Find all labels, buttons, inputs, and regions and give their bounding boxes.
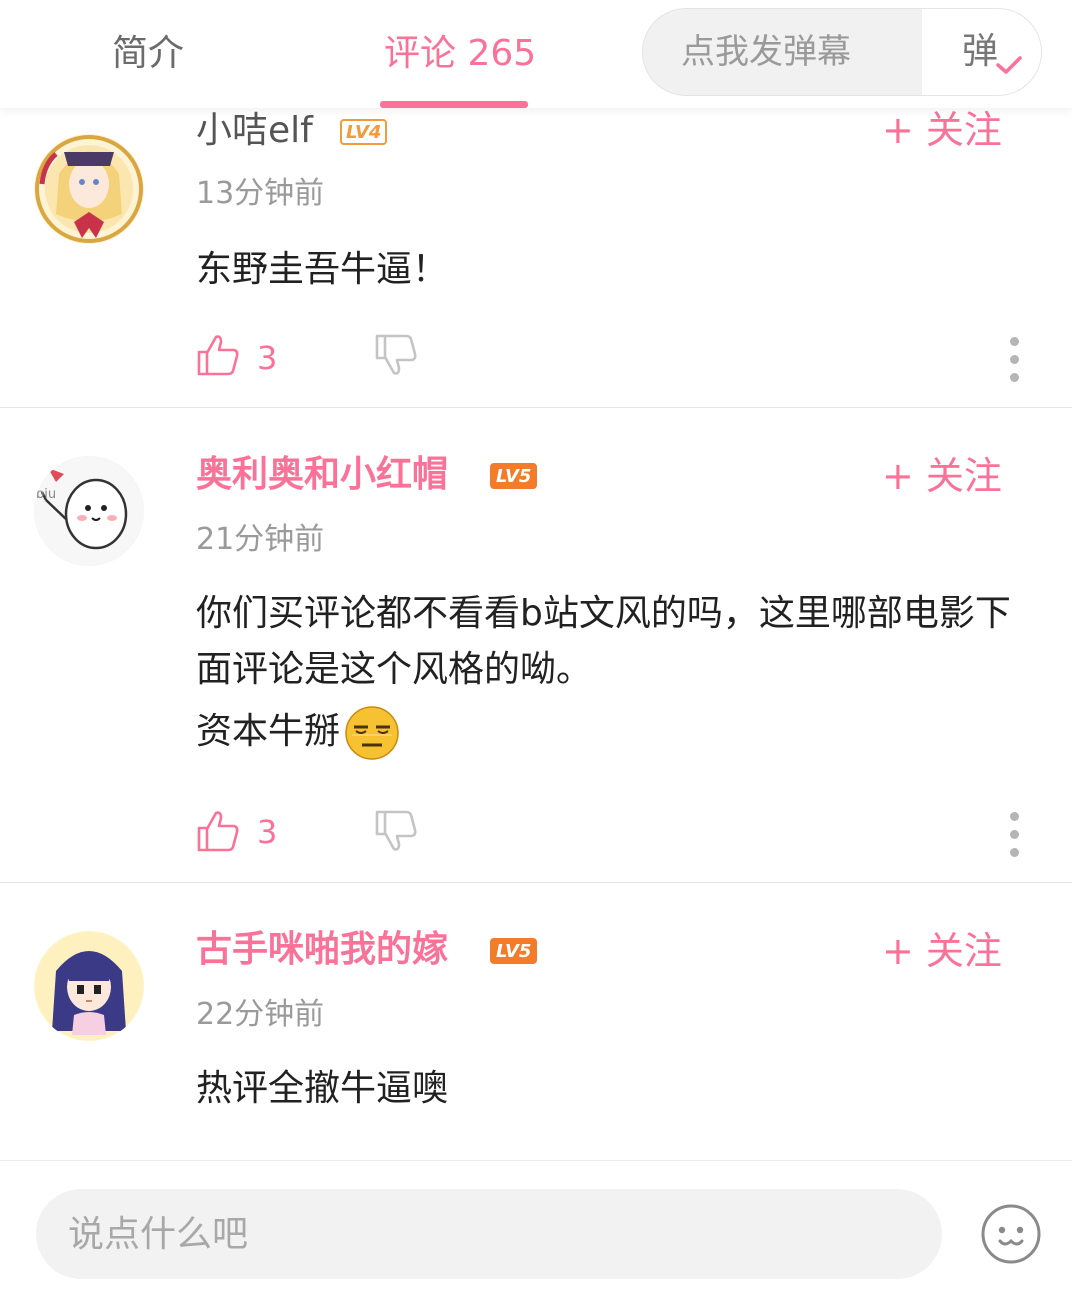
follow-button[interactable]: + 关注 (882, 106, 1002, 154)
thumb-up-icon[interactable] (196, 334, 240, 376)
danmaku-bar: 点我发弹幕 弹 (642, 8, 1042, 96)
check-icon (996, 56, 1022, 74)
top-tab-bar: 简介 评论 265 点我发弹幕 弹 (0, 0, 1072, 108)
comment-line: 资本牛掰 (196, 711, 341, 752)
follow-button[interactable]: + 关注 (882, 927, 1002, 975)
comment-line-wrapper: 资本牛掰 (196, 704, 1026, 761)
emoji-face-icon[interactable] (980, 1203, 1042, 1265)
danmaku-toggle-label: 弹 (962, 31, 999, 72)
username[interactable]: 奥利奥和小红帽 (196, 452, 448, 498)
avatar[interactable]: biu (34, 456, 144, 566)
comment-content: 东野圭吾牛逼！ (196, 242, 1026, 298)
username[interactable]: 古手咪啪我的嫁 (196, 927, 448, 973)
tab-comments[interactable]: 评论 265 (384, 30, 536, 78)
level-badge: LV5 (490, 938, 538, 964)
comment-list: 小咭elf LV4 + 关注 13分钟前 东野圭吾牛逼！ 3 biu 奥利奥和小… (0, 0, 1072, 1160)
tab-intro[interactable]: 简介 (112, 30, 184, 78)
comment-line: 你们买评论都不看看b站文风的吗，这里哪部电影下面评论是这个风格的呦。 (196, 593, 1011, 690)
more-vertical-icon[interactable] (1006, 337, 1022, 391)
comment-item: 古手咪啪我的嫁 LV5 + 关注 22分钟前 热评全撤牛逼噢 (0, 883, 1072, 1160)
reply-input[interactable] (36, 1189, 942, 1279)
follow-button[interactable]: + 关注 (882, 452, 1002, 500)
comment-content: 热评全撤牛逼噢 (196, 1061, 1026, 1117)
comment-time: 22分钟前 (196, 997, 325, 1032)
level-badge: LV5 (490, 463, 538, 489)
comment-time: 13分钟前 (196, 176, 325, 211)
more-vertical-icon[interactable] (1006, 812, 1022, 866)
thumb-up-icon[interactable] (196, 810, 240, 852)
comment-line: 热评全撤牛逼噢 (196, 1068, 449, 1109)
comment-line: 东野圭吾牛逼！ (196, 249, 449, 290)
danmaku-input[interactable]: 点我发弹幕 (681, 29, 851, 75)
active-tab-indicator (380, 101, 528, 108)
avatar[interactable] (34, 931, 144, 1041)
reply-bar (0, 1160, 1072, 1308)
avatar[interactable] (34, 134, 144, 244)
comment-content: 你们买评论都不看看b站文风的吗，这里哪部电影下面评论是这个风格的呦。 资本牛掰 (196, 586, 1026, 761)
danmaku-toggle-button[interactable]: 弹 (922, 9, 1041, 95)
unamused-emoji-icon (345, 706, 399, 760)
username[interactable]: 小咭elf (196, 108, 313, 154)
like-count: 3 (257, 813, 278, 851)
svg-text:biu: biu (36, 487, 56, 502)
thumb-down-icon[interactable] (374, 334, 420, 376)
level-badge: LV4 (340, 119, 388, 145)
thumb-down-icon[interactable] (374, 810, 420, 852)
like-count: 3 (257, 339, 278, 377)
comment-time: 21分钟前 (196, 522, 325, 557)
comment-item: biu 奥利奥和小红帽 LV5 + 关注 21分钟前 你们买评论都不看看b站文风… (0, 408, 1072, 883)
